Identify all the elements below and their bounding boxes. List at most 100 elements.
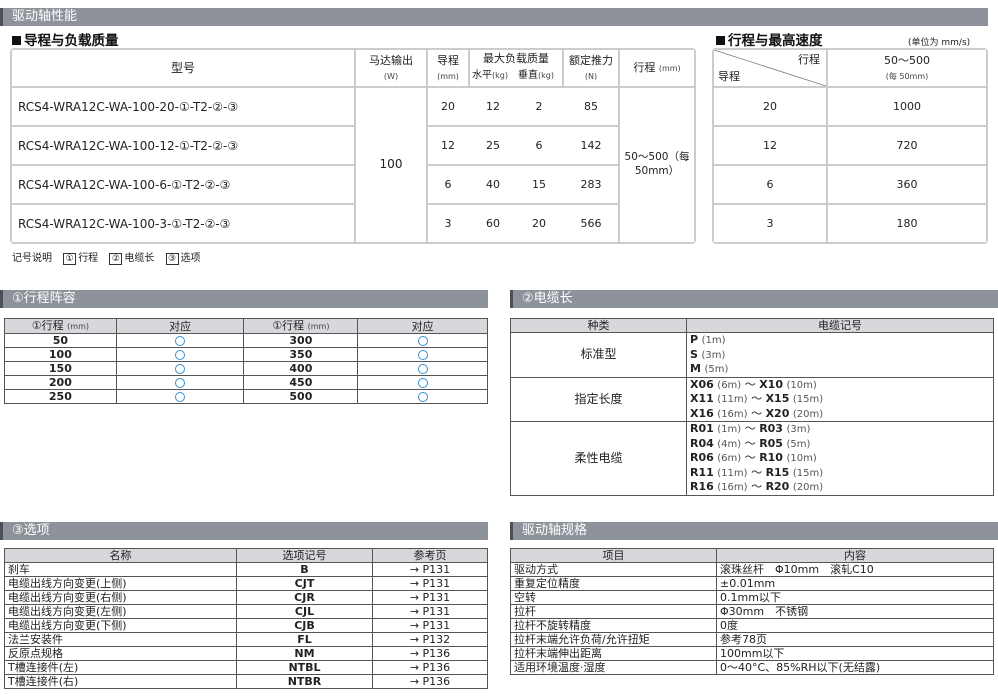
header-vertical: 垂直(kg) [518,70,554,81]
table-row: 20 [714,88,826,125]
spec-item: 重复定位精度 [510,576,717,591]
lead-load-title: 导程与负载质量 [12,29,119,49]
legend-icon-3: ③ [165,253,179,265]
stroke-value: 500 [243,389,359,404]
option-code: CJT [236,576,373,591]
vertical-load-value: 2 [535,100,543,113]
option-name: 法兰安装件 [4,632,237,647]
spec-item: 空转 [510,590,717,605]
header-stroke: 行程 (mm) [633,61,681,74]
header-thrust-cell: 额定推力 (N) [564,50,618,86]
ref-page-link[interactable]: → P136 [372,674,488,689]
stroke-list-table: ①行程 (mm) 对应 ①行程 (mm) 对应 50 300 100 350 150… [4,318,488,404]
speed-value: 180 [896,217,918,230]
legend-icon-1: ① [63,253,77,265]
option-name: T槽连接件(左) [4,660,237,675]
ref-page-link[interactable]: → P131 [372,604,488,619]
header-stroke-cell: 行程 (mm) [620,50,694,86]
table-row: 重复定位精度 ±0.01mm [510,576,994,591]
section-banner-options: ③选项 [0,522,488,540]
legend-text-3: 选项 [180,253,201,264]
col-support: 对应 [115,318,245,334]
speed-table: 行程 导程 50～500 (每 50mm) 20 1000 12 720 6 3… [712,48,988,244]
stroke-value: 200 [4,375,117,390]
table-row: 100 350 [4,347,488,362]
section-banner-performance: 驱动轴性能 [0,8,988,26]
col-type: 种类 [510,318,687,333]
speed-value: 720 [896,139,918,152]
col-ref-page: 参考页 [372,548,488,563]
stroke-value: 100 [4,347,117,362]
support-mark-icon [357,389,488,404]
header-lead-cell: 导程 (mm) [428,50,468,86]
support-mark-icon [115,333,245,348]
section-banner-spec: 驱动轴规格 [510,522,998,540]
option-name: 刹车 [4,562,237,577]
table-row: RCS4-WRA12C-WA-100-6-①-T2-②-③ [12,166,354,203]
header-motor-unit: (W) [383,72,399,81]
legend-text-1: 行程 [78,253,99,264]
ref-page-link[interactable]: → P131 [372,576,488,591]
speed-header-corner: 行程 导程 [714,50,826,86]
header-motor: 马达输出 [369,54,413,67]
spec-item: 拉杆不旋转精度 [510,618,717,633]
cable-table: 种类 电缆记号 标准型 P (1m) S (3m) M (5m) 指定长度 X0… [510,318,994,496]
thrust-value: 566 [580,217,602,230]
table-row: 360 [828,166,986,203]
table-row: 驱动方式 滚珠丝杆 Φ10mm 滚轧C10 [510,562,994,577]
table-row: 1000 [828,88,986,125]
table-row: RCS4-WRA12C-WA-100-20-①-T2-②-③ [12,88,354,125]
support-mark-icon [357,375,488,390]
section-banner-stroke: ①行程阵容 [0,290,488,308]
table-row: 250 500 [4,389,488,404]
ref-page-link[interactable]: → P136 [372,660,488,675]
table-row: 空转 0.1mm以下 [510,590,994,605]
header-maxload-cell: 最大负载质量 水平(kg) 垂直(kg) [470,50,562,86]
option-code: CJL [236,604,373,619]
speed-lead-label: 导程 [718,70,740,83]
table-row: 6 [714,166,826,203]
speed-lead-value: 20 [763,100,777,113]
table-row: 20 12 2 85 [428,88,618,125]
option-name: T槽连接件(右) [4,674,237,689]
cable-type: 标准型 [510,332,687,378]
spec-content: 0～40°C、85%RH以下(无结露) [716,660,994,675]
cable-codes: R01 (1m) ～ R03 (3m) R04 (4m) ～ R05 (5m) … [686,421,994,496]
stroke-value: 350 [243,347,359,362]
table-row: RCS4-WRA12C-WA-100-3-①-T2-②-③ [12,205,354,242]
header-lead-unit: (mm) [437,72,459,81]
table-row: RCS4-WRA12C-WA-100-12-①-T2-②-③ [12,127,354,164]
ref-page-link[interactable]: → P131 [372,562,488,577]
option-code: FL [236,632,373,647]
support-mark-icon [357,333,488,348]
header-thrust-unit: (N) [584,72,598,81]
option-code: NTBL [236,660,373,675]
spec-content: 参考78页 [716,632,994,647]
thrust-value: 85 [584,100,598,113]
col-support: 对应 [357,318,488,334]
stroke-value: 400 [243,361,359,376]
ref-page-link[interactable]: → P136 [372,646,488,661]
horizontal-load-value: 25 [486,139,500,152]
lead-value: 20 [441,100,455,113]
stroke-range-value: 50～500（每50mm） [624,151,690,177]
ref-page-link[interactable]: → P131 [372,618,488,633]
table-row: 电缆出线方向变更(上侧) CJT → P131 [4,576,488,591]
support-mark-icon [115,361,245,376]
support-mark-icon [115,389,245,404]
header-maxload: 最大负载质量 [483,52,549,65]
table-row: 电缆出线方向变更(下侧) CJB → P131 [4,618,488,633]
table-row: 200 450 [4,375,488,390]
spec-item: 拉杆 [510,604,717,619]
ref-page-link[interactable]: → P131 [372,590,488,605]
header-horizontal: 水平(kg) [472,70,508,81]
model-name: RCS4-WRA12C-WA-100-3-①-T2-②-③ [18,217,231,231]
ref-page-link[interactable]: → P132 [372,632,488,647]
speed-stroke-label: 行程 [798,53,820,66]
legend-text-2: 电缆长 [124,253,155,264]
stroke-value: 450 [243,375,359,390]
option-code: CJB [236,618,373,633]
option-name: 电缆出线方向变更(下侧) [4,618,237,633]
speed-lead-value: 12 [763,139,777,152]
motor-output-cell: 100 [356,88,426,242]
